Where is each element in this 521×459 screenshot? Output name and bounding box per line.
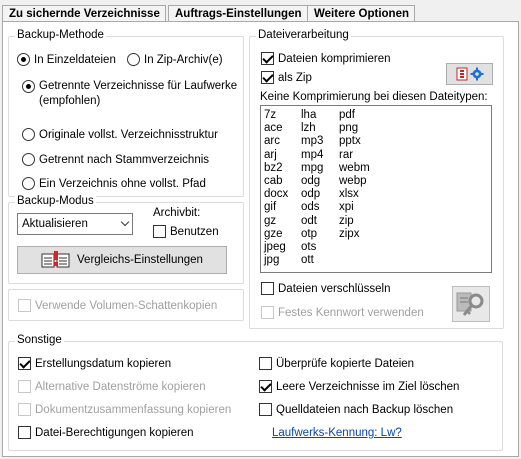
checkbox-delete-empty-dirs[interactable]: Leere Verzeichnisse im Ziel löschen (259, 380, 459, 393)
filetype-item: gif (264, 201, 277, 214)
filetype-item: xlsx (339, 188, 359, 201)
filetype-column-1: 7z ace arc arj bz2 cab docx gif gz gze jpeg jpg (264, 109, 288, 267)
checkbox-doc-summary[interactable]: Dokumentzusammenfassung kopieren (18, 403, 231, 416)
radio-button[interactable] (17, 53, 30, 66)
radio-button[interactable] (22, 153, 35, 166)
shadow-copy-group: Verwende Volumen-Schattenkopien (8, 289, 244, 321)
filetype-item: 7z (264, 109, 277, 121)
settings-panel: Backup-Methode In Einzeldateien In Zip-A… (2, 21, 519, 457)
checkbox-as-zip[interactable]: als Zip (261, 71, 312, 84)
radio-button[interactable] (127, 53, 140, 66)
filetype-item: otp (301, 227, 317, 240)
encryption-key-button[interactable] (452, 286, 490, 322)
backup-method-group: Backup-Methode In Einzeldateien In Zip-A… (8, 29, 244, 197)
checkbox-creation-date[interactable]: Erstellungsdatum kopieren (18, 357, 171, 370)
radio-button[interactable] (22, 128, 35, 141)
checkbox-fixed-password[interactable]: Festes Kennwort verwenden (261, 306, 424, 319)
radio-by-root-dir[interactable]: Getrennt nach Stammverzeichnis (22, 153, 209, 166)
checkbox-verify-copies[interactable]: Überprüfe kopierte Dateien (259, 357, 414, 370)
backup-method-title: Backup-Methode (15, 29, 106, 41)
filetype-item: ots (301, 241, 317, 254)
checkbox[interactable] (18, 357, 31, 370)
archive-bit-label: Archivbit: (153, 207, 201, 219)
filetype-item: mp4 (301, 148, 324, 161)
checkbox-encrypt-files[interactable]: Dateien verschlüsseln (261, 282, 391, 295)
filetype-item: ace (264, 122, 283, 135)
filetype-item: webm (339, 161, 370, 174)
checkbox-shadow-copies[interactable]: Verwende Volumen-Schattenkopien (18, 299, 217, 312)
backup-mode-select[interactable]: Aktualisieren (17, 213, 133, 235)
filetype-column-3: pdf png pptx rar webm webp xlsx xpi zip zipx (339, 109, 370, 241)
checkbox[interactable] (261, 71, 274, 84)
radio-button[interactable] (22, 80, 35, 93)
radio-separate-dirs[interactable]: Getrennte Verzeichnisse für Laufwerke (e… (22, 79, 237, 109)
filetype-item: gz (264, 214, 277, 227)
filetype-list[interactable]: 7z ace arc arj bz2 cab docx gif gz gze jpeg jpg lha… (260, 105, 492, 273)
filetype-item: ott (301, 254, 314, 267)
filetype-item: zipx (339, 227, 360, 240)
radio-original-structure[interactable]: Originale vollst. Verzeichnisstruktur (22, 128, 218, 141)
compression-settings-button[interactable] (446, 63, 493, 85)
file-processing-group: Dateiverarbeitung Dateien komprimieren a… (249, 29, 504, 329)
file-processing-title: Dateiverarbeitung (256, 29, 351, 41)
filetype-item: pdf (339, 109, 355, 121)
checkbox-permissions[interactable]: Datei-Berechtigungen kopieren (18, 426, 194, 439)
filetype-item: xpi (339, 201, 354, 214)
checkbox[interactable] (18, 299, 31, 312)
filetype-item: mp3 (301, 135, 324, 148)
checkbox[interactable] (18, 403, 31, 416)
checkbox[interactable] (18, 426, 31, 439)
radio-zip-archive[interactable]: In Zip-Archiv(e) (127, 53, 223, 66)
radio-single-dir[interactable]: Ein Verzeichnis ohne vollst. Pfad (22, 177, 206, 190)
backup-mode-title: Backup-Modus (15, 195, 96, 207)
filetype-item: odt (301, 214, 317, 227)
checkbox[interactable] (153, 225, 166, 238)
filetype-item: webp (339, 175, 367, 188)
checkbox[interactable] (259, 357, 272, 370)
checkbox[interactable] (261, 282, 274, 295)
zip-settings-icon (456, 67, 483, 81)
filetype-item: lha (301, 109, 317, 121)
filetype-item: lzh (301, 122, 316, 135)
checkbox-delete-source[interactable]: Quelldateien nach Backup löschen (259, 403, 453, 416)
compare-settings-button[interactable]: Vergleichs-Einstellungen (17, 246, 227, 274)
checkbox[interactable] (259, 380, 272, 393)
filetype-item: bz2 (264, 161, 283, 174)
backup-mode-group: Backup-Modus Aktualisieren Archivbit: Be… (8, 195, 244, 284)
filetype-item: odg (301, 175, 321, 188)
checkbox-use-archive-bit[interactable]: Benutzen (153, 225, 219, 238)
radio-single-files[interactable]: In Einzeldateien (17, 53, 116, 66)
compare-icon (41, 251, 70, 268)
chevron-down-icon (120, 217, 130, 227)
filetype-item: pptx (339, 135, 361, 148)
filetype-item: arj (264, 148, 277, 161)
checkbox[interactable] (261, 306, 274, 319)
misc-group: Sonstige Erstellungsdatum kopieren Alter… (8, 334, 503, 451)
misc-title: Sonstige (15, 334, 64, 346)
filetype-item: gze (264, 227, 283, 240)
checkbox[interactable] (261, 52, 274, 65)
filetype-item: cab (264, 175, 283, 188)
drive-id-link[interactable]: Laufwerks-Kennung: Lw? (272, 427, 402, 439)
filetype-item: rar (339, 148, 354, 161)
filetype-item: odp (301, 188, 321, 201)
filetype-item: arc (264, 135, 280, 148)
checkbox[interactable] (18, 380, 31, 393)
key-icon (456, 292, 484, 316)
radio-button[interactable] (22, 177, 35, 190)
filetype-item: ods (301, 201, 320, 214)
filetype-item: png (339, 122, 359, 135)
no-compress-label: Keine Komprimierung bei diesen Dateitype… (260, 91, 488, 103)
filetype-column-2: lha lzh mp3 mp4 mpg odg odp ods odt otp ots ott (301, 109, 323, 267)
filetype-item: zip (339, 214, 354, 227)
checkbox[interactable] (259, 403, 272, 416)
filetype-item: jpg (264, 254, 280, 267)
checkbox-compress-files[interactable]: Dateien komprimieren (261, 52, 391, 65)
filetype-item: mpg (301, 161, 324, 174)
filetype-item: docx (264, 188, 289, 201)
filetype-item: jpeg (264, 241, 286, 254)
checkbox-alt-streams[interactable]: Alternative Datenströme kopieren (18, 380, 206, 393)
